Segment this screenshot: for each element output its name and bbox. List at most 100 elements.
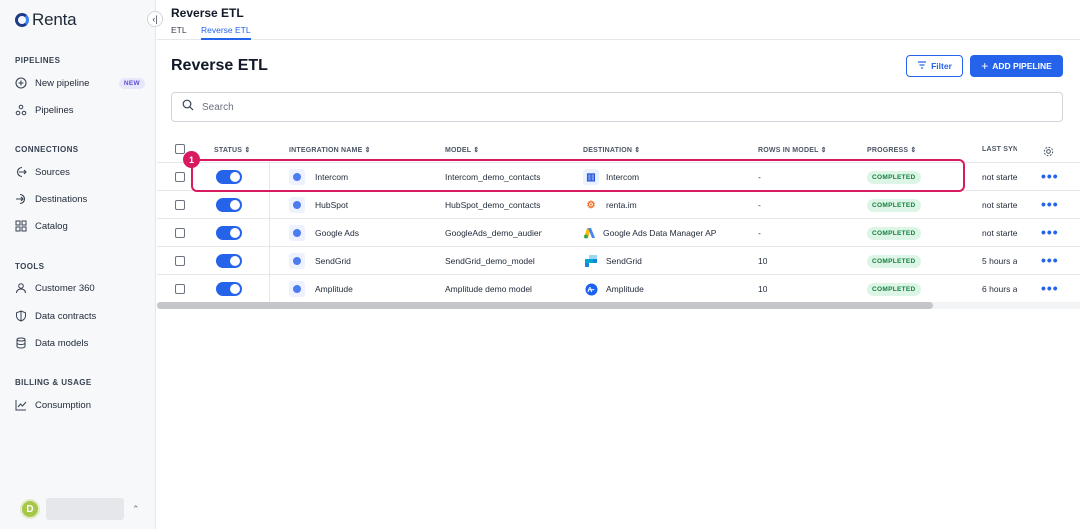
integration-name: SendGrid [315,256,351,266]
section-title-tools: TOOLS [15,262,45,271]
last-sync: not started [982,228,1018,238]
last-sync: not started [982,200,1018,210]
last-sync: 5 hours ago [982,256,1018,266]
more-actions-button[interactable]: ••• [1041,162,1059,190]
row-checkbox[interactable] [175,191,185,219]
status-toggle[interactable] [216,219,242,247]
sidebar-item-label: Destinations [35,193,88,205]
column-header-progress[interactable]: PROGRESS ⇕ [867,146,917,154]
sidebar-item-pipelines[interactable]: Pipelines [15,100,145,120]
sidebar-item-data-contracts[interactable]: Data contracts [15,306,145,326]
plus-circle-icon [15,77,27,89]
rows-count: 10 [758,284,768,294]
select-all-checkbox[interactable] [175,143,185,155]
more-actions-button[interactable]: ••• [1041,190,1059,218]
catalog-icon [15,220,27,232]
model-name: HubSpot_demo_contacts [445,200,541,210]
model-name: SendGrid_demo_model [445,256,535,266]
sidebar-item-label: Customer 360 [35,282,95,294]
logo-text: Renta [32,10,77,29]
section-title-pipelines: PIPELINES [15,56,61,65]
sources-icon [15,166,27,178]
row-checkbox[interactable] [175,275,185,303]
integration-cell: Amplitude [289,275,353,303]
column-header-destination[interactable]: DESTINATION ⇕ [583,146,640,154]
table-row[interactable]: Amplitude Amplitude demo model Amplitude… [157,274,1080,302]
row-highlight-annotation [191,159,965,192]
model-name: GoogleAds_demo_audience [445,228,542,238]
rows-count: - [758,200,761,210]
top-bar: Reverse ETL ETL Reverse ETL [157,0,1080,40]
more-actions-button[interactable]: ••• [1041,246,1059,274]
chevron-left-icon: ‹| [152,14,158,24]
integration-icon [289,197,305,213]
step-marker: 1 [183,151,200,168]
integration-cell: Google Ads [289,219,359,247]
row-checkbox[interactable] [175,247,185,275]
sidebar-item-sources[interactable]: Sources [15,162,145,182]
search-input[interactable] [202,101,802,113]
integration-icon [289,281,305,297]
column-header-model[interactable]: MODEL ⇕ [445,146,479,154]
search-box[interactable] [171,92,1063,122]
sidebar-item-label: Data contracts [35,310,97,322]
user-name-redacted [46,498,124,520]
more-actions-button[interactable]: ••• [1041,274,1059,302]
section-title-connections: CONNECTIONS [15,145,79,154]
model-name: Amplitude demo model [445,284,532,294]
more-actions-button[interactable]: ••• [1041,218,1059,246]
row-checkbox[interactable] [175,219,185,247]
tab-etl[interactable]: ETL [171,25,187,38]
header-title: Reverse ETL [171,6,244,20]
tab-reverse-etl[interactable]: Reverse ETL [201,25,251,40]
status-badge: COMPLETED [867,282,921,296]
table-row[interactable]: SendGrid SendGrid_demo_model SendGrid 10… [157,246,1080,274]
column-header-rows[interactable]: ROWS IN MODEL ⇕ [758,146,827,154]
sidebar-item-label: Sources [35,166,70,178]
column-header-status[interactable]: STATUS ⇕ [214,146,250,154]
destination-name: renta.im [606,200,637,210]
sidebar-item-consumption[interactable]: Consumption [15,395,145,415]
status-toggle[interactable] [216,247,242,275]
filter-button[interactable]: Filter [906,55,963,77]
destination-cell: ⚙ renta.im [583,191,719,219]
last-sync: 6 hours ago [982,284,1018,294]
logo[interactable]: Renta [15,10,77,30]
table-row[interactable]: Google Ads GoogleAds_demo_audience Googl… [157,218,1080,246]
sidebar-item-label: Consumption [35,399,91,411]
chevron-updown-icon: ⌃ [132,503,140,514]
collapse-sidebar-button[interactable]: ‹| [147,11,163,27]
column-header-integration[interactable]: INTEGRATION NAME ⇕ [289,146,371,154]
integration-name: HubSpot [315,200,349,210]
user-icon [15,282,27,294]
sendgrid-icon [583,253,599,269]
google-ads-icon [583,225,596,241]
chart-icon [15,399,27,411]
status-toggle[interactable] [216,191,242,219]
sidebar: Renta PIPELINES New pipeline NEW Pipelin… [0,0,156,529]
sidebar-item-catalog[interactable]: Catalog [15,216,145,236]
filter-button-label: Filter [931,61,952,71]
gear-icon[interactable] [1043,144,1054,162]
progress-cell: COMPLETED [867,191,921,219]
new-badge: NEW [118,77,145,89]
sidebar-item-destinations[interactable]: Destinations [15,189,145,209]
column-header-last-sync[interactable]: LAST SYNC [982,146,1017,153]
shield-icon [15,310,27,322]
integration-name: Google Ads [315,228,359,238]
sidebar-item-data-models[interactable]: Data models [15,333,145,353]
destination-cell: Amplitude [583,275,719,303]
user-menu[interactable]: D ⌃ [20,498,140,520]
table-row[interactable]: HubSpot HubSpot_demo_contacts ⚙ renta.im… [157,190,1080,218]
destination-name: Google Ads Data Manager API [603,228,717,238]
add-pipeline-button[interactable]: + ADD PIPELINE [970,55,1063,77]
sidebar-item-customer-360[interactable]: Customer 360 [15,278,145,298]
page-title: Reverse ETL [171,57,268,74]
search-icon [182,98,194,116]
progress-cell: COMPLETED [867,275,921,303]
row-checkbox[interactable] [175,163,185,191]
horizontal-scrollbar-thumb[interactable] [157,302,933,309]
sidebar-item-new-pipeline[interactable]: New pipeline NEW [15,73,145,93]
integration-cell: SendGrid [289,247,351,275]
status-toggle[interactable] [216,275,242,303]
